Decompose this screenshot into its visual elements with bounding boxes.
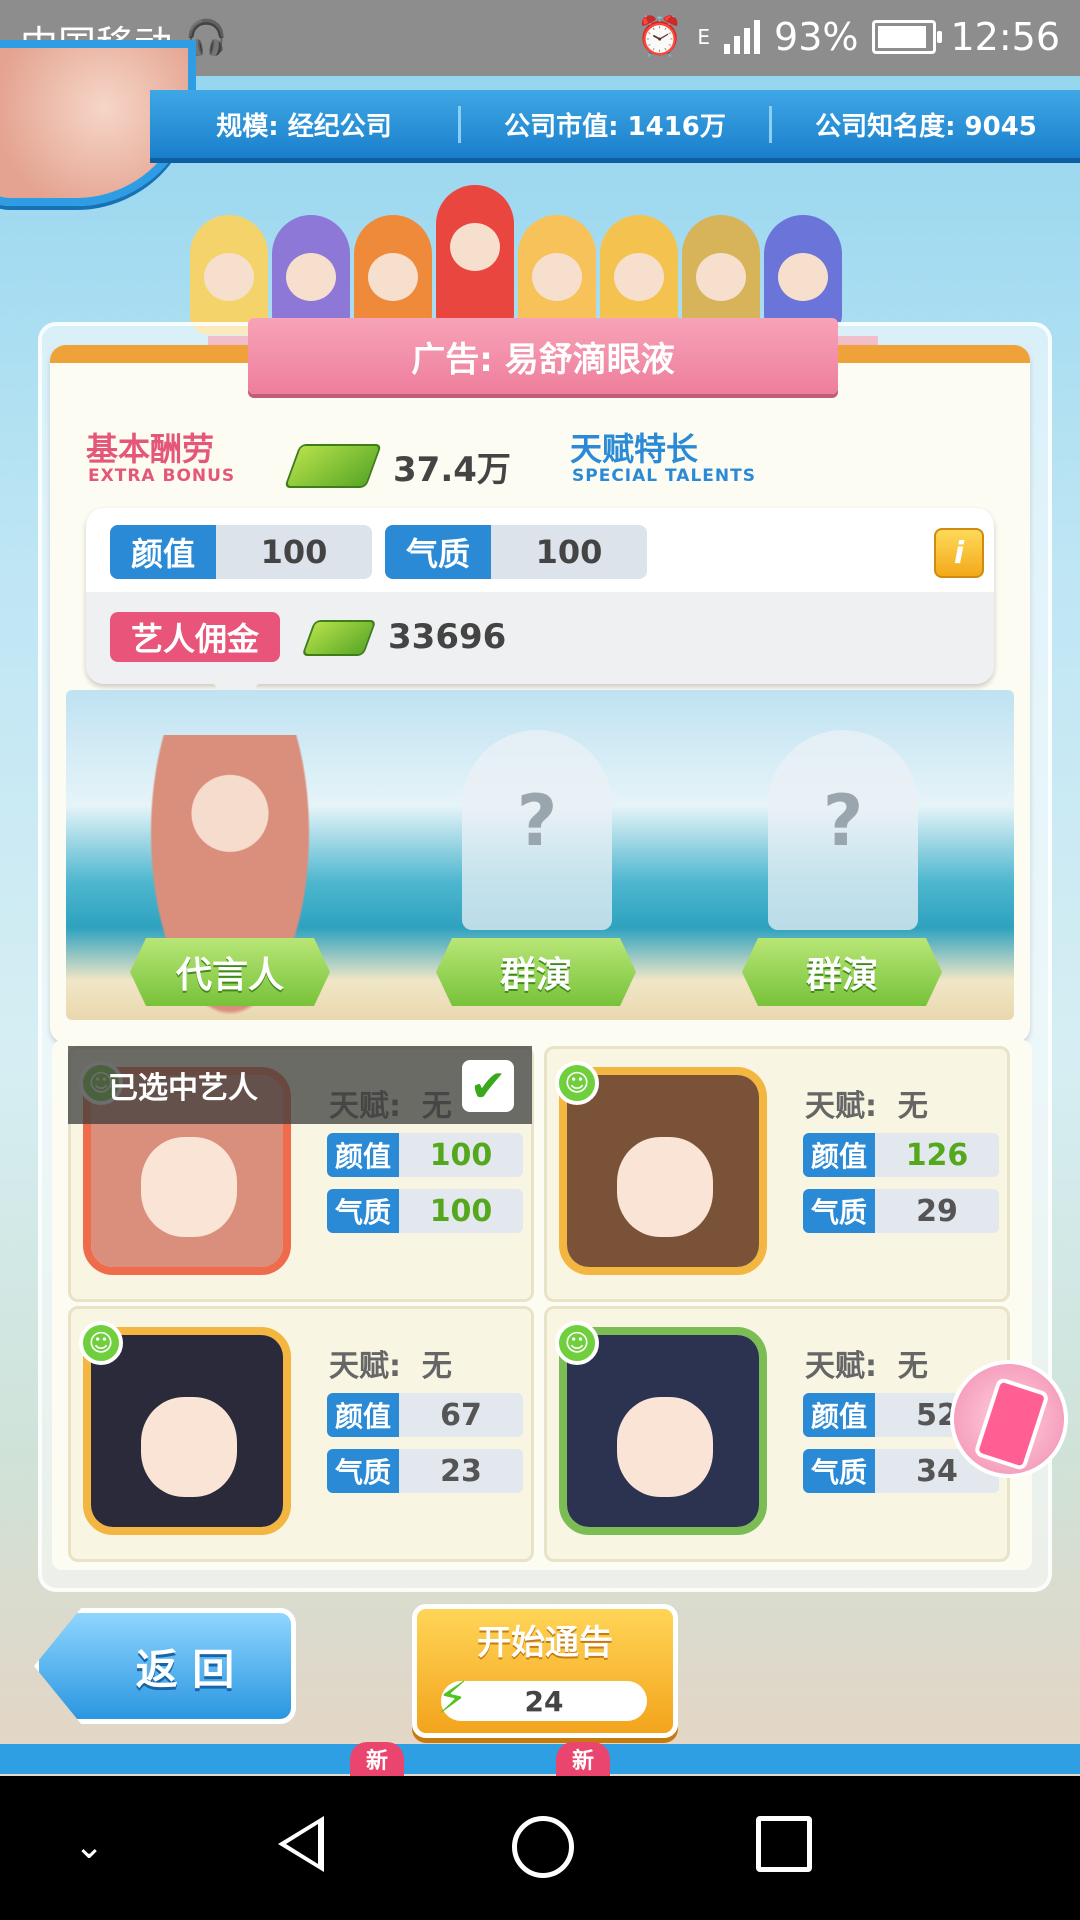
talent-value: 无 [897,1089,928,1124]
chibi-character [354,215,432,335]
start-announcement-button[interactable]: 开始通告 24 ⚡ [412,1604,678,1738]
artist-card[interactable]: ☺ 天赋: 无 颜值 126 气质 29 [544,1046,1010,1302]
battery-percent: 93% [774,14,859,59]
role-extra-1[interactable]: 群演 [436,938,636,1006]
req-temperament: 气质 100 [385,525,647,579]
chibi-character [190,215,268,335]
start-button-label: 开始通告 [477,1623,613,1663]
alarm-icon: ⏰ [636,14,684,58]
network-type: E [697,24,711,49]
check-icon[interactable]: ✔ [462,1060,514,1112]
looks-label: 颜值 [327,1133,399,1177]
talents-label: 天赋特长 [570,430,699,468]
artist-talent: 天赋: 无 [329,1341,452,1385]
bonus-value: 37.4万 [393,450,511,490]
looks-label: 颜值 [327,1393,399,1437]
req-looks-label: 颜值 [110,525,216,579]
looks-value: 67 [440,1397,482,1433]
role-extra-2[interactable]: 群演 [742,938,942,1006]
commission-value: 33696 [388,617,507,657]
energy-cost: 24 [441,1681,647,1721]
company-fame: 公司知名度: 9045 [815,111,1037,142]
cash-icon [283,444,383,488]
status-right: ⏰ E 93% 12:56 [636,14,1060,59]
role-spokesperson[interactable]: 代言人 [130,938,330,1006]
commission-label: 艺人佣金 [110,612,280,662]
artist-card[interactable]: ☺ 天赋: 无 颜值 52 气质 34 [544,1306,1010,1562]
talent-label: 天赋: [805,1349,877,1384]
system-nav-bar: ⌄ [0,1776,1080,1920]
chibi-character [682,215,760,335]
chibi-character [600,215,678,335]
req-temperament-label: 气质 [385,525,491,579]
back-button[interactable]: 返 回 [34,1608,296,1724]
new-badge: 新 [556,1742,610,1776]
back-nav-icon[interactable] [278,1816,324,1872]
temperament-value: 23 [440,1453,482,1489]
recents-nav-icon[interactable] [756,1816,812,1872]
looks-label: 颜值 [803,1393,875,1437]
slot-question-mark: ? [822,780,864,862]
chibi-character [436,185,514,335]
bottom-menu-strip [0,1744,1080,1774]
artist-temperament: 气质 23 [327,1449,523,1493]
company-market-value: 公司市值: 1416万 [461,105,772,143]
battery-icon [872,19,943,54]
artist-looks: 颜值 126 [803,1133,999,1177]
looks-value: 126 [905,1137,969,1173]
cash-icon [301,620,377,656]
talents-label-en: SPECIAL TALENTS [572,466,756,486]
lightning-icon: ⚡ [437,1673,468,1724]
artist-talent: 天赋: 无 [805,1341,928,1385]
chevron-down-icon[interactable]: ⌄ [74,1826,104,1867]
chibi-character [518,215,596,335]
artist-temperament: 气质 100 [327,1189,523,1233]
talent-label: 天赋: [805,1089,877,1124]
info-icon[interactable]: i [934,528,984,578]
temperament-label: 气质 [327,1449,399,1493]
artist-looks: 颜值 67 [327,1393,523,1437]
happy-status-icon: ☺ [555,1061,599,1105]
company-scale: 规模: 经纪公司 [150,105,461,143]
happy-status-icon: ☺ [79,1321,123,1365]
req-looks-value: 100 [260,533,328,571]
req-temperament-value: 100 [535,533,603,571]
looks-label: 颜值 [803,1133,875,1177]
talent-label: 天赋: [329,1349,401,1384]
temperament-label: 气质 [327,1189,399,1233]
temperament-label: 气质 [803,1189,875,1233]
company-info-bar: 规模: 经纪公司 公司市值: 1416万 公司知名度: 9045 [150,90,1080,163]
temperament-value: 29 [916,1193,958,1229]
bonus-label-en: EXTRA BONUS [88,466,236,486]
happy-status-icon: ☺ [555,1321,599,1365]
temperament-value: 100 [429,1193,493,1229]
artist-looks: 颜值 100 [327,1133,523,1177]
slot-question-mark: ? [516,780,558,862]
home-nav-icon[interactable] [512,1816,574,1878]
ad-title-ribbon: 广告: 易舒滴眼液 [208,318,878,406]
clock: 12:56 [950,14,1060,59]
temperament-label: 气质 [803,1449,875,1493]
empty-slot-2[interactable]: ? [462,730,612,930]
signal-icon [724,19,761,54]
empty-slot-3[interactable]: ? [768,730,918,930]
bonus-label: 基本酬劳 [86,430,215,468]
new-badge: 新 [350,1742,404,1776]
characters-banner [190,175,890,335]
talent-value: 无 [897,1349,928,1384]
artist-card[interactable]: ☺ 天赋: 无 颜值 67 气质 23 [68,1306,534,1562]
chibi-character [272,215,350,335]
looks-value: 100 [429,1137,493,1173]
chibi-character [764,215,842,335]
artist-temperament: 气质 29 [803,1189,999,1233]
talent-value: 无 [421,1349,452,1384]
req-looks: 颜值 100 [110,525,372,579]
artist-talent: 天赋: 无 [805,1081,928,1125]
